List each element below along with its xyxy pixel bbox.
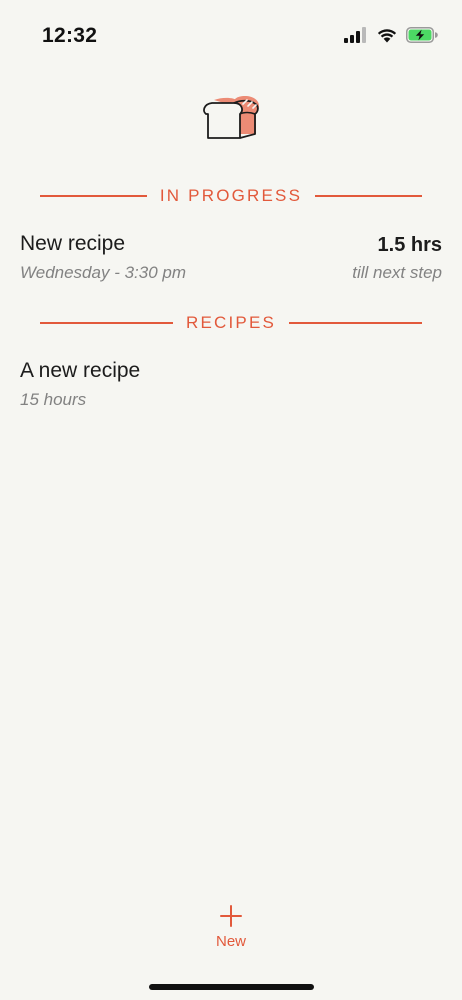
cellular-signal-icon — [344, 27, 368, 43]
bread-loaf-icon — [200, 94, 264, 144]
status-icons — [344, 27, 438, 43]
in-progress-item-name: New recipe — [20, 232, 126, 255]
status-bar: 12:32 — [0, 0, 462, 70]
divider — [40, 322, 173, 324]
in-progress-item-schedule: Wednesday - 3:30 pm — [20, 263, 186, 282]
time-remaining: 1.5 hrs — [377, 234, 442, 256]
in-progress-item[interactable]: New recipe Wednesday - 3:30 pm 1.5 hrs t… — [20, 232, 442, 288]
recipes-header: RECIPES — [40, 311, 423, 335]
new-recipe-label: New — [215, 933, 246, 950]
time-remaining-caption: till next step — [352, 263, 442, 282]
divider — [289, 322, 423, 324]
in-progress-header: IN PROGRESS — [40, 184, 422, 208]
wifi-icon — [376, 27, 398, 43]
in-progress-title: IN PROGRESS — [159, 186, 303, 205]
battery-charging-icon — [406, 27, 438, 43]
divider — [40, 195, 147, 197]
new-recipe-button[interactable]: New — [191, 905, 271, 961]
divider — [315, 195, 422, 197]
plus-icon — [191, 905, 271, 927]
recipe-item-duration: 15 hours — [20, 390, 87, 409]
status-time: 12:32 — [42, 24, 98, 47]
screen: 12:32 IN PROGRESS New recipe Wednesday -… — [0, 0, 462, 1000]
recipe-item[interactable]: A new recipe 15 hours — [20, 359, 442, 415]
home-indicator[interactable] — [149, 984, 314, 990]
recipe-item-name: A new recipe — [20, 359, 141, 382]
recipes-title: RECIPES — [185, 313, 277, 332]
